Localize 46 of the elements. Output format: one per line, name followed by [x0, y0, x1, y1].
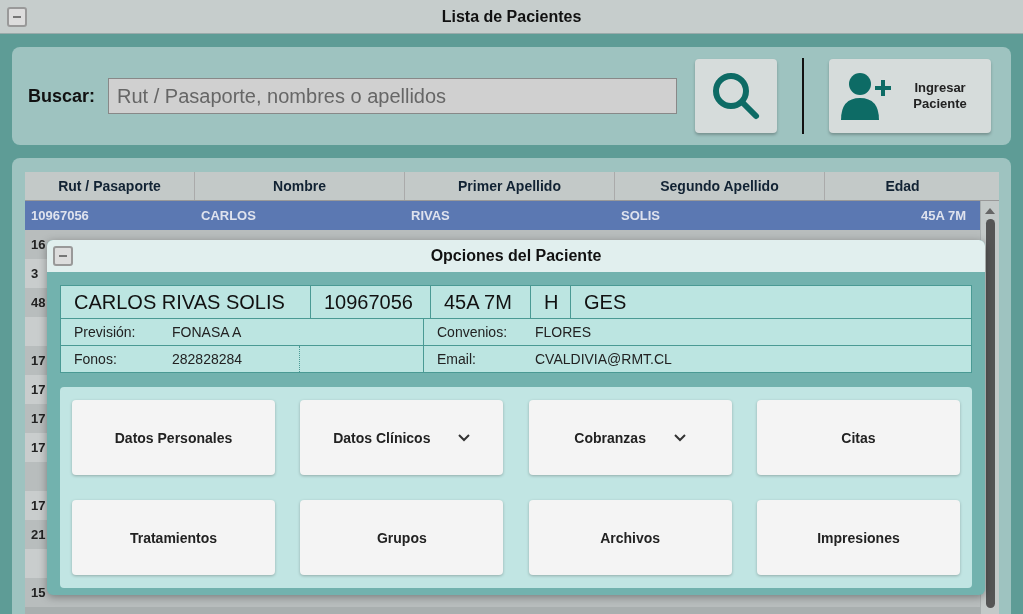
- table-cell: 16: [31, 237, 46, 252]
- field-label: Fonos:: [74, 351, 118, 367]
- patient-summary-cell: CARLOS RIVAS SOLIS: [61, 286, 311, 318]
- table-cell: SOLIS: [621, 208, 660, 223]
- option-button[interactable]: Impresiones: [757, 500, 960, 575]
- table-cell: 17: [31, 411, 46, 426]
- option-button[interactable]: Tratamientos: [72, 500, 275, 575]
- dialog-title: Opciones del Paciente: [430, 247, 602, 265]
- table-cell: 17: [31, 498, 46, 513]
- table-cell: 17: [31, 382, 46, 397]
- option-button[interactable]: Datos Personales: [72, 400, 275, 475]
- column-header[interactable]: Nombre: [195, 172, 405, 200]
- column-header[interactable]: Segundo Apellido: [615, 172, 825, 200]
- field-label: Previsión:: [74, 324, 137, 340]
- table-cell: RIVAS: [411, 208, 450, 223]
- patient-summary-cell: 45A 7M: [431, 286, 531, 318]
- option-button[interactable]: Archivos: [528, 500, 732, 575]
- search-field[interactable]: Rut / Pasaporte, nombres o apellidos: [108, 78, 678, 114]
- window-title: Lista de Pacientes: [441, 7, 582, 26]
- table-cell: 3: [31, 266, 39, 281]
- table-cell: 17: [31, 440, 46, 455]
- patient-summary-cell: H: [531, 286, 571, 318]
- option-button[interactable]: Grupos: [300, 500, 504, 575]
- table-cell: 10967056: [31, 208, 89, 223]
- table-cell: 45A 7M: [920, 208, 966, 223]
- table-cell: 15: [31, 585, 46, 600]
- table-cell: 17: [31, 353, 46, 368]
- field-value: FONASA A: [172, 324, 242, 340]
- patient-summary-cell: 10967056: [311, 286, 431, 318]
- search-label: Buscar:: [28, 85, 96, 107]
- table-cell: 21: [31, 527, 46, 542]
- option-button[interactable]: Cobranzas: [528, 400, 732, 475]
- column-header[interactable]: Edad: [825, 172, 980, 200]
- field-value: FLORES: [535, 324, 591, 340]
- table-cell: 48: [31, 295, 46, 310]
- add-patient-button[interactable]: Ingresar Paciente: [829, 59, 992, 133]
- field-value: 282828284: [172, 346, 300, 372]
- option-button[interactable]: Datos Clínicos: [300, 400, 504, 475]
- option-button[interactable]: Citas: [757, 400, 960, 475]
- field-label: Convenios:: [437, 324, 509, 340]
- table-cell: CARLOS: [201, 208, 256, 223]
- column-header[interactable]: Rut / Pasaporte: [25, 172, 195, 200]
- field-value: CVALDIVIA@RMT.CL: [535, 351, 672, 367]
- field-label: Email:: [437, 351, 477, 367]
- patient-summary-cell-text: GES: [583, 289, 628, 315]
- column-header[interactable]: Primer Apellido: [405, 172, 615, 200]
